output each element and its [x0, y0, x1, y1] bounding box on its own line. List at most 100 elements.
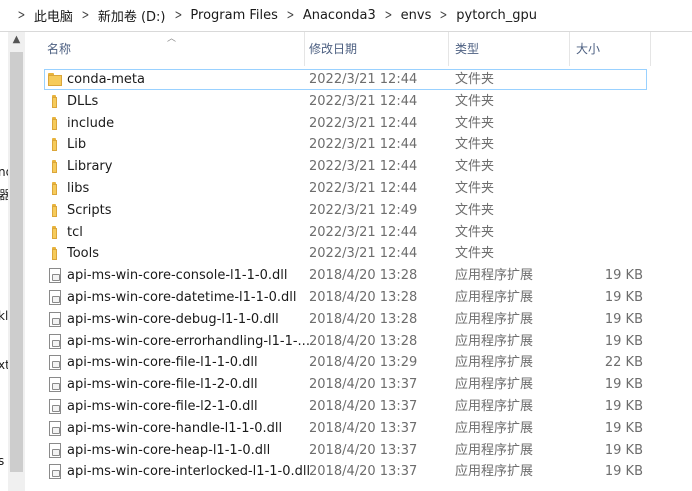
folder-icon: [48, 246, 62, 262]
file-size: [575, 178, 643, 200]
breadcrumb: > 此电脑 > 新加卷 (D:) > Program Files > Anaconda3 > en…: [9, 6, 537, 25]
dll-file-icon: [49, 333, 61, 349]
file-name: conda-meta: [67, 72, 145, 87]
file-name: api-ms-win-core-console-l1-1-0.dll: [67, 268, 288, 284]
file-row[interactable]: api-ms-win-core-datetime-l1-1-0.dll 2018/…: [33, 287, 692, 309]
breadcrumb-separator-icon[interactable]: >: [287, 8, 295, 23]
modified-date: 2022/3/21 12:44: [309, 159, 418, 175]
file-row[interactable]: api-ms-win-core-file-l2-1-0.dll 2018/4/20…: [33, 396, 692, 418]
file-name: api-ms-win-core-file-l1-2-0.dll: [67, 377, 258, 393]
file-size: [575, 134, 643, 156]
file-size: 19 KB: [604, 442, 643, 458]
file-type: 应用程序扩展: [455, 399, 534, 414]
dll-file-icon: [49, 290, 61, 305]
file-size: 19 KB: [604, 420, 643, 436]
folder-row[interactable]: tcl 2022/3/21 12:44 文件夹: [33, 222, 692, 244]
nav-item-fragment[interactable]: s: [0, 454, 4, 468]
dll-file-icon: [49, 464, 61, 480]
column-header-date[interactable]: 修改日期: [303, 32, 449, 66]
file-row[interactable]: api-ms-win-core-errorhandling-l1-1-... 20…: [33, 331, 692, 353]
file-type: 文件夹: [455, 159, 495, 175]
file-type: 文件夹: [455, 72, 495, 87]
breadcrumb-item[interactable]: Anaconda3: [303, 8, 376, 23]
folder-icon: [48, 203, 62, 219]
modified-date: 2018/4/20 13:28: [309, 290, 418, 305]
scrollbar-thumb[interactable]: [10, 52, 23, 472]
file-row[interactable]: api-ms-win-core-console-l1-1-0.dll 2018/4…: [33, 265, 692, 287]
file-type: 文件夹: [455, 93, 495, 109]
modified-date: 2022/3/21 12:44: [309, 72, 418, 87]
breadcrumb-item[interactable]: envs: [401, 8, 432, 23]
modified-date: 2018/4/20 13:29: [309, 355, 418, 371]
modified-date: 2018/4/20 13:37: [309, 420, 418, 436]
modified-date: 2018/4/20 13:37: [309, 399, 418, 414]
modified-date: 2018/4/20 13:28: [309, 333, 418, 349]
breadcrumb-item[interactable]: pytorch_gpu: [456, 8, 537, 23]
file-size: 22 KB: [604, 355, 643, 371]
file-size: [575, 156, 643, 178]
dll-file-icon: [49, 399, 61, 414]
file-name: api-ms-win-core-file-l1-1-0.dll: [67, 355, 258, 371]
folder-icon: [48, 72, 62, 88]
file-size: 19 KB: [604, 290, 643, 305]
address-bar[interactable]: > 此电脑 > 新加卷 (D:) > Program Files > Anaconda3 > en…: [0, 0, 692, 32]
file-type: 应用程序扩展: [455, 311, 534, 327]
file-list[interactable]: ︿ 名称 修改日期 类型 大小 conda-meta 2022/3/21 12:4…: [33, 32, 692, 491]
scroll-up-arrow-icon[interactable]: ▲: [8, 34, 25, 50]
file-type: 应用程序扩展: [455, 420, 534, 436]
modified-date: 2022/3/21 12:44: [309, 246, 418, 262]
file-type: 应用程序扩展: [455, 442, 534, 458]
modified-date: 2022/3/21 12:49: [309, 202, 418, 218]
breadcrumb-item[interactable]: Program Files: [190, 8, 278, 23]
dll-file-icon: [49, 355, 61, 371]
file-type: 应用程序扩展: [455, 377, 534, 393]
file-row[interactable]: api-ms-win-core-debug-l1-1-0.dll 2018/4/2…: [33, 309, 692, 331]
breadcrumb-separator-icon[interactable]: >: [440, 8, 448, 23]
file-name: api-ms-win-core-file-l2-1-0.dll: [67, 399, 258, 414]
modified-date: 2018/4/20 13:28: [309, 311, 418, 327]
file-size: [575, 69, 643, 91]
dll-file-icon: [49, 311, 61, 327]
dll-file-icon: [49, 377, 61, 393]
file-name: libs: [67, 181, 90, 196]
file-type: 文件夹: [455, 137, 495, 153]
file-row[interactable]: api-ms-win-core-file-l1-1-0.dll 2018/4/20…: [33, 352, 692, 374]
nav-scrollbar[interactable]: ▲: [8, 32, 25, 491]
file-type: 文件夹: [455, 224, 495, 240]
modified-date: 2022/3/21 12:44: [309, 181, 418, 196]
breadcrumb-item[interactable]: 新加卷 (D:): [98, 6, 166, 25]
file-type: 文件夹: [455, 246, 495, 262]
folder-row[interactable]: include 2022/3/21 12:44 文件夹: [33, 113, 692, 135]
file-row[interactable]: api-ms-win-core-file-l1-2-0.dll 2018/4/20…: [33, 374, 692, 396]
folder-row[interactable]: Lib 2022/3/21 12:44 文件夹: [33, 134, 692, 156]
file-name: Scripts: [67, 202, 112, 218]
file-size: 19 KB: [604, 399, 643, 414]
breadcrumb-separator-icon[interactable]: >: [82, 8, 90, 23]
folder-icon: [48, 116, 62, 132]
column-header-type[interactable]: 类型: [449, 32, 570, 66]
breadcrumb-separator-icon[interactable]: >: [18, 8, 26, 23]
folder-row[interactable]: Library 2022/3/21 12:44 文件夹: [33, 156, 692, 178]
file-row[interactable]: api-ms-win-core-interlocked-l1-1-0.dll 20…: [33, 461, 692, 483]
file-name: tcl: [67, 224, 83, 240]
folder-icon: [48, 181, 62, 197]
folder-row[interactable]: Tools 2022/3/21 12:44 文件夹: [33, 243, 692, 265]
file-name: api-ms-win-core-handle-l1-1-0.dll: [67, 420, 283, 436]
folder-row[interactable]: Scripts 2022/3/21 12:49 文件夹: [33, 200, 692, 222]
file-name: api-ms-win-core-heap-l1-1-0.dll: [67, 442, 271, 458]
file-size: [575, 243, 643, 265]
file-size: 19 KB: [604, 333, 643, 349]
column-header-name[interactable]: 名称: [41, 32, 305, 66]
folder-row[interactable]: DLLs 2022/3/21 12:44 文件夹: [33, 91, 692, 113]
folder-row[interactable]: conda-meta 2022/3/21 12:44 文件夹: [33, 69, 692, 91]
column-header-size[interactable]: 大小: [570, 32, 651, 66]
breadcrumb-separator-icon[interactable]: >: [174, 8, 182, 23]
breadcrumb-item[interactable]: 此电脑: [34, 6, 73, 25]
breadcrumb-separator-icon[interactable]: >: [384, 8, 392, 23]
file-row[interactable]: api-ms-win-core-handle-l1-1-0.dll 2018/4/…: [33, 418, 692, 440]
file-name: api-ms-win-core-interlocked-l1-1-0.dll: [67, 464, 309, 480]
file-row[interactable]: api-ms-win-core-heap-l1-1-0.dll 2018/4/20…: [33, 440, 692, 462]
file-name: include: [67, 115, 115, 131]
column-header-row: ︿ 名称 修改日期 类型 大小: [33, 32, 692, 66]
folder-row[interactable]: libs 2022/3/21 12:44 文件夹: [33, 178, 692, 200]
